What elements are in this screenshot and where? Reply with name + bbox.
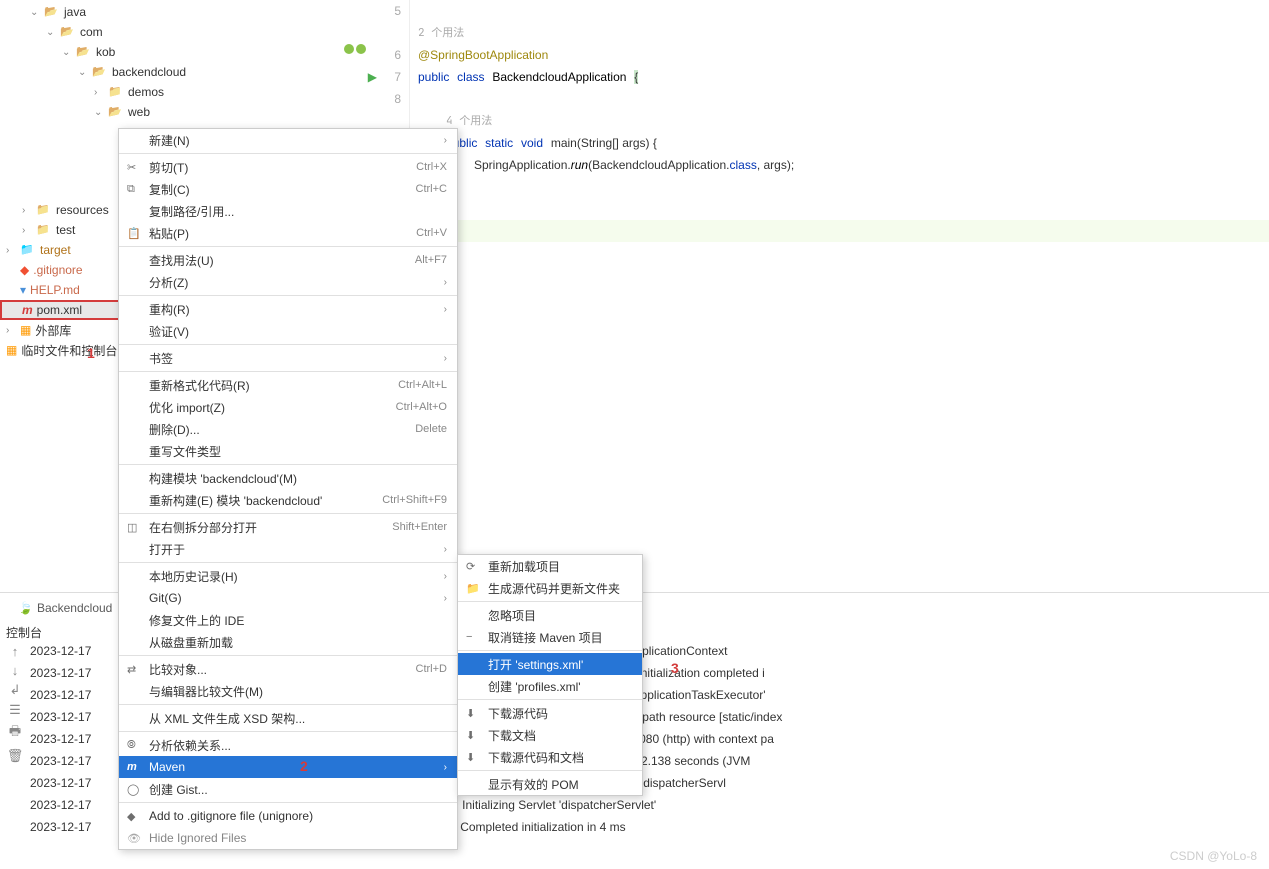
log-filter-icon[interactable]: ☰	[9, 702, 21, 718]
menu-splitright[interactable]: ◫在右侧拆分部分打开Shift+Enter	[119, 516, 457, 538]
menu-refactor[interactable]: 重构(R)›	[119, 298, 457, 320]
gitignore-icon: ◆	[127, 810, 143, 823]
menu-paste[interactable]: 📋粘贴(P)Ctrl+V	[119, 222, 457, 244]
tree-kob[interactable]: ⌄kob	[0, 42, 330, 62]
submenu-ignore[interactable]: 忽略项目	[458, 604, 642, 626]
menu-addgitignore[interactable]: ◆Add to .gitignore file (unignore)	[119, 805, 457, 827]
submenu-gensrc[interactable]: 📁生成源代码并更新文件夹	[458, 577, 642, 599]
menu-validate[interactable]: 验证(V)	[119, 320, 457, 342]
menu-copypath[interactable]: 复制路径/引用...	[119, 200, 457, 222]
watermark: CSDN @YoLo-8	[1170, 849, 1257, 863]
submenu-dlboth[interactable]: ⬇下载源代码和文档	[458, 746, 642, 768]
menu-reformat[interactable]: 重新格式化代码(R)Ctrl+Alt+L	[119, 374, 457, 396]
folder-icon	[36, 203, 52, 217]
folder-icon	[44, 5, 60, 19]
paste-icon: 📋	[127, 227, 143, 240]
context-menu: 新建(N)› ✂剪切(T)Ctrl+X ⧉复制(C)Ctrl+C 复制路径/引用…	[118, 128, 458, 850]
tree-demos[interactable]: ›demos	[0, 82, 330, 102]
gutter-run-icon[interactable]: ▶	[368, 66, 377, 88]
log-scroll-icon[interactable]: ↑	[12, 644, 19, 659]
code-content[interactable]: 2 个用法 @SpringBootApplication public clas…	[410, 0, 1269, 580]
submenu-unlink[interactable]: −取消链接 Maven 项目	[458, 626, 642, 648]
menu-localhistory[interactable]: 本地历史记录(H)›	[119, 565, 457, 587]
code-editor[interactable]: 5 6 ▶7 8 2 个用法 @SpringBootApplication pu…	[330, 0, 1269, 580]
submenu-showpom[interactable]: 显示有效的 POM	[458, 773, 642, 795]
folder-icon	[108, 105, 124, 119]
download-icon: ⬇	[466, 751, 482, 764]
tree-java[interactable]: ⌄java	[0, 2, 330, 22]
tree-backendcloud[interactable]: ⌄backendcloud	[0, 62, 330, 82]
menu-reload[interactable]: 从磁盘重新加载	[119, 631, 457, 653]
submenu-createprofiles[interactable]: 创建 'profiles.xml'	[458, 675, 642, 697]
github-icon: ◯	[127, 783, 143, 796]
menu-repairide[interactable]: 修复文件上的 IDE	[119, 609, 457, 631]
menu-openin[interactable]: 打开于›	[119, 538, 457, 560]
split-icon: ◫	[127, 521, 143, 534]
console-tab-app[interactable]: Backendcloud	[18, 601, 112, 615]
gutter-bug-icon[interactable]	[344, 44, 366, 54]
spring-icon	[18, 601, 33, 615]
log-toolbar: ↑ ↓ ↲ ☰ 🖶 🗑	[0, 640, 30, 869]
folder-icon: 📁	[466, 582, 482, 595]
menu-analyzedep[interactable]: ⦾分析依赖关系...	[119, 734, 457, 756]
annotation-2: 2	[300, 758, 308, 774]
submenu-dlsrc[interactable]: ⬇下载源代码	[458, 702, 642, 724]
menu-buildmod[interactable]: 构建模块 'backendcloud'(M)	[119, 467, 457, 489]
submenu-reimport[interactable]: ⟳重新加载项目	[458, 555, 642, 577]
folder-icon	[20, 243, 36, 257]
folder-icon	[36, 223, 52, 237]
diff-icon: ⇄	[127, 663, 143, 676]
menu-findusage[interactable]: 查找用法(U)Alt+F7	[119, 249, 457, 271]
download-icon: ⬇	[466, 729, 482, 742]
menu-override[interactable]: 重写文件类型	[119, 440, 457, 462]
menu-maven[interactable]: mMaven›	[119, 756, 457, 778]
folder-icon	[92, 65, 108, 79]
menu-gist[interactable]: ◯创建 Gist...	[119, 778, 457, 800]
submenu-opensettings[interactable]: 打开 'settings.xml'	[458, 653, 642, 675]
tree-web[interactable]: ⌄web	[0, 102, 330, 122]
submenu-dldoc[interactable]: ⬇下载文档	[458, 724, 642, 746]
usage-hint[interactable]: 4 个用法	[418, 110, 1269, 132]
annotation-3: 3	[671, 660, 679, 676]
log-clear-icon[interactable]: 🗑	[7, 748, 24, 764]
library-icon	[20, 323, 35, 337]
git-icon	[20, 263, 33, 277]
graph-icon: ⦾	[127, 739, 143, 752]
folder-icon	[108, 85, 124, 99]
markdown-icon	[20, 283, 30, 297]
copy-icon: ⧉	[127, 183, 143, 196]
console-label[interactable]: 控制台	[6, 624, 42, 641]
log-print-icon[interactable]: 🖶	[9, 722, 21, 744]
menu-rebuild[interactable]: 重新构建(E) 模块 'backendcloud'Ctrl+Shift+F9	[119, 489, 457, 511]
annotation-1: 1	[87, 345, 95, 361]
folder-icon	[60, 25, 76, 39]
log-wrap-icon[interactable]: ↲	[10, 682, 21, 698]
menu-genxsd[interactable]: 从 XML 文件生成 XSD 架构...	[119, 707, 457, 729]
usage-hint[interactable]: 2 个用法	[418, 22, 1269, 44]
maven-file-icon: m	[22, 303, 33, 317]
log-scroll-icon[interactable]: ↓	[12, 663, 19, 678]
cut-icon: ✂	[127, 161, 143, 174]
scratch-icon	[6, 343, 21, 357]
menu-new[interactable]: 新建(N)›	[119, 129, 457, 151]
menu-delete[interactable]: 删除(D)...Delete	[119, 418, 457, 440]
menu-bookmarks[interactable]: 书签›	[119, 347, 457, 369]
menu-analyze[interactable]: 分析(Z)›	[119, 271, 457, 293]
hide-icon: 👁	[127, 832, 143, 845]
maven-icon: m	[127, 761, 143, 773]
menu-compareed[interactable]: 与编辑器比较文件(M)	[119, 680, 457, 702]
maven-submenu: ⟳重新加载项目 📁生成源代码并更新文件夹 忽略项目 −取消链接 Maven 项目…	[457, 554, 643, 796]
reload-icon: ⟳	[466, 560, 482, 573]
download-icon: ⬇	[466, 707, 482, 720]
unlink-icon: −	[466, 631, 482, 643]
menu-compare[interactable]: ⇄比较对象...Ctrl+D	[119, 658, 457, 680]
menu-optimize[interactable]: 优化 import(Z)Ctrl+Alt+O	[119, 396, 457, 418]
menu-git[interactable]: Git(G)›	[119, 587, 457, 609]
menu-hideignored[interactable]: 👁Hide Ignored Files	[119, 827, 457, 849]
menu-copy[interactable]: ⧉复制(C)Ctrl+C	[119, 178, 457, 200]
menu-cut[interactable]: ✂剪切(T)Ctrl+X	[119, 156, 457, 178]
tree-com[interactable]: ⌄com	[0, 22, 330, 42]
folder-icon	[76, 45, 92, 59]
